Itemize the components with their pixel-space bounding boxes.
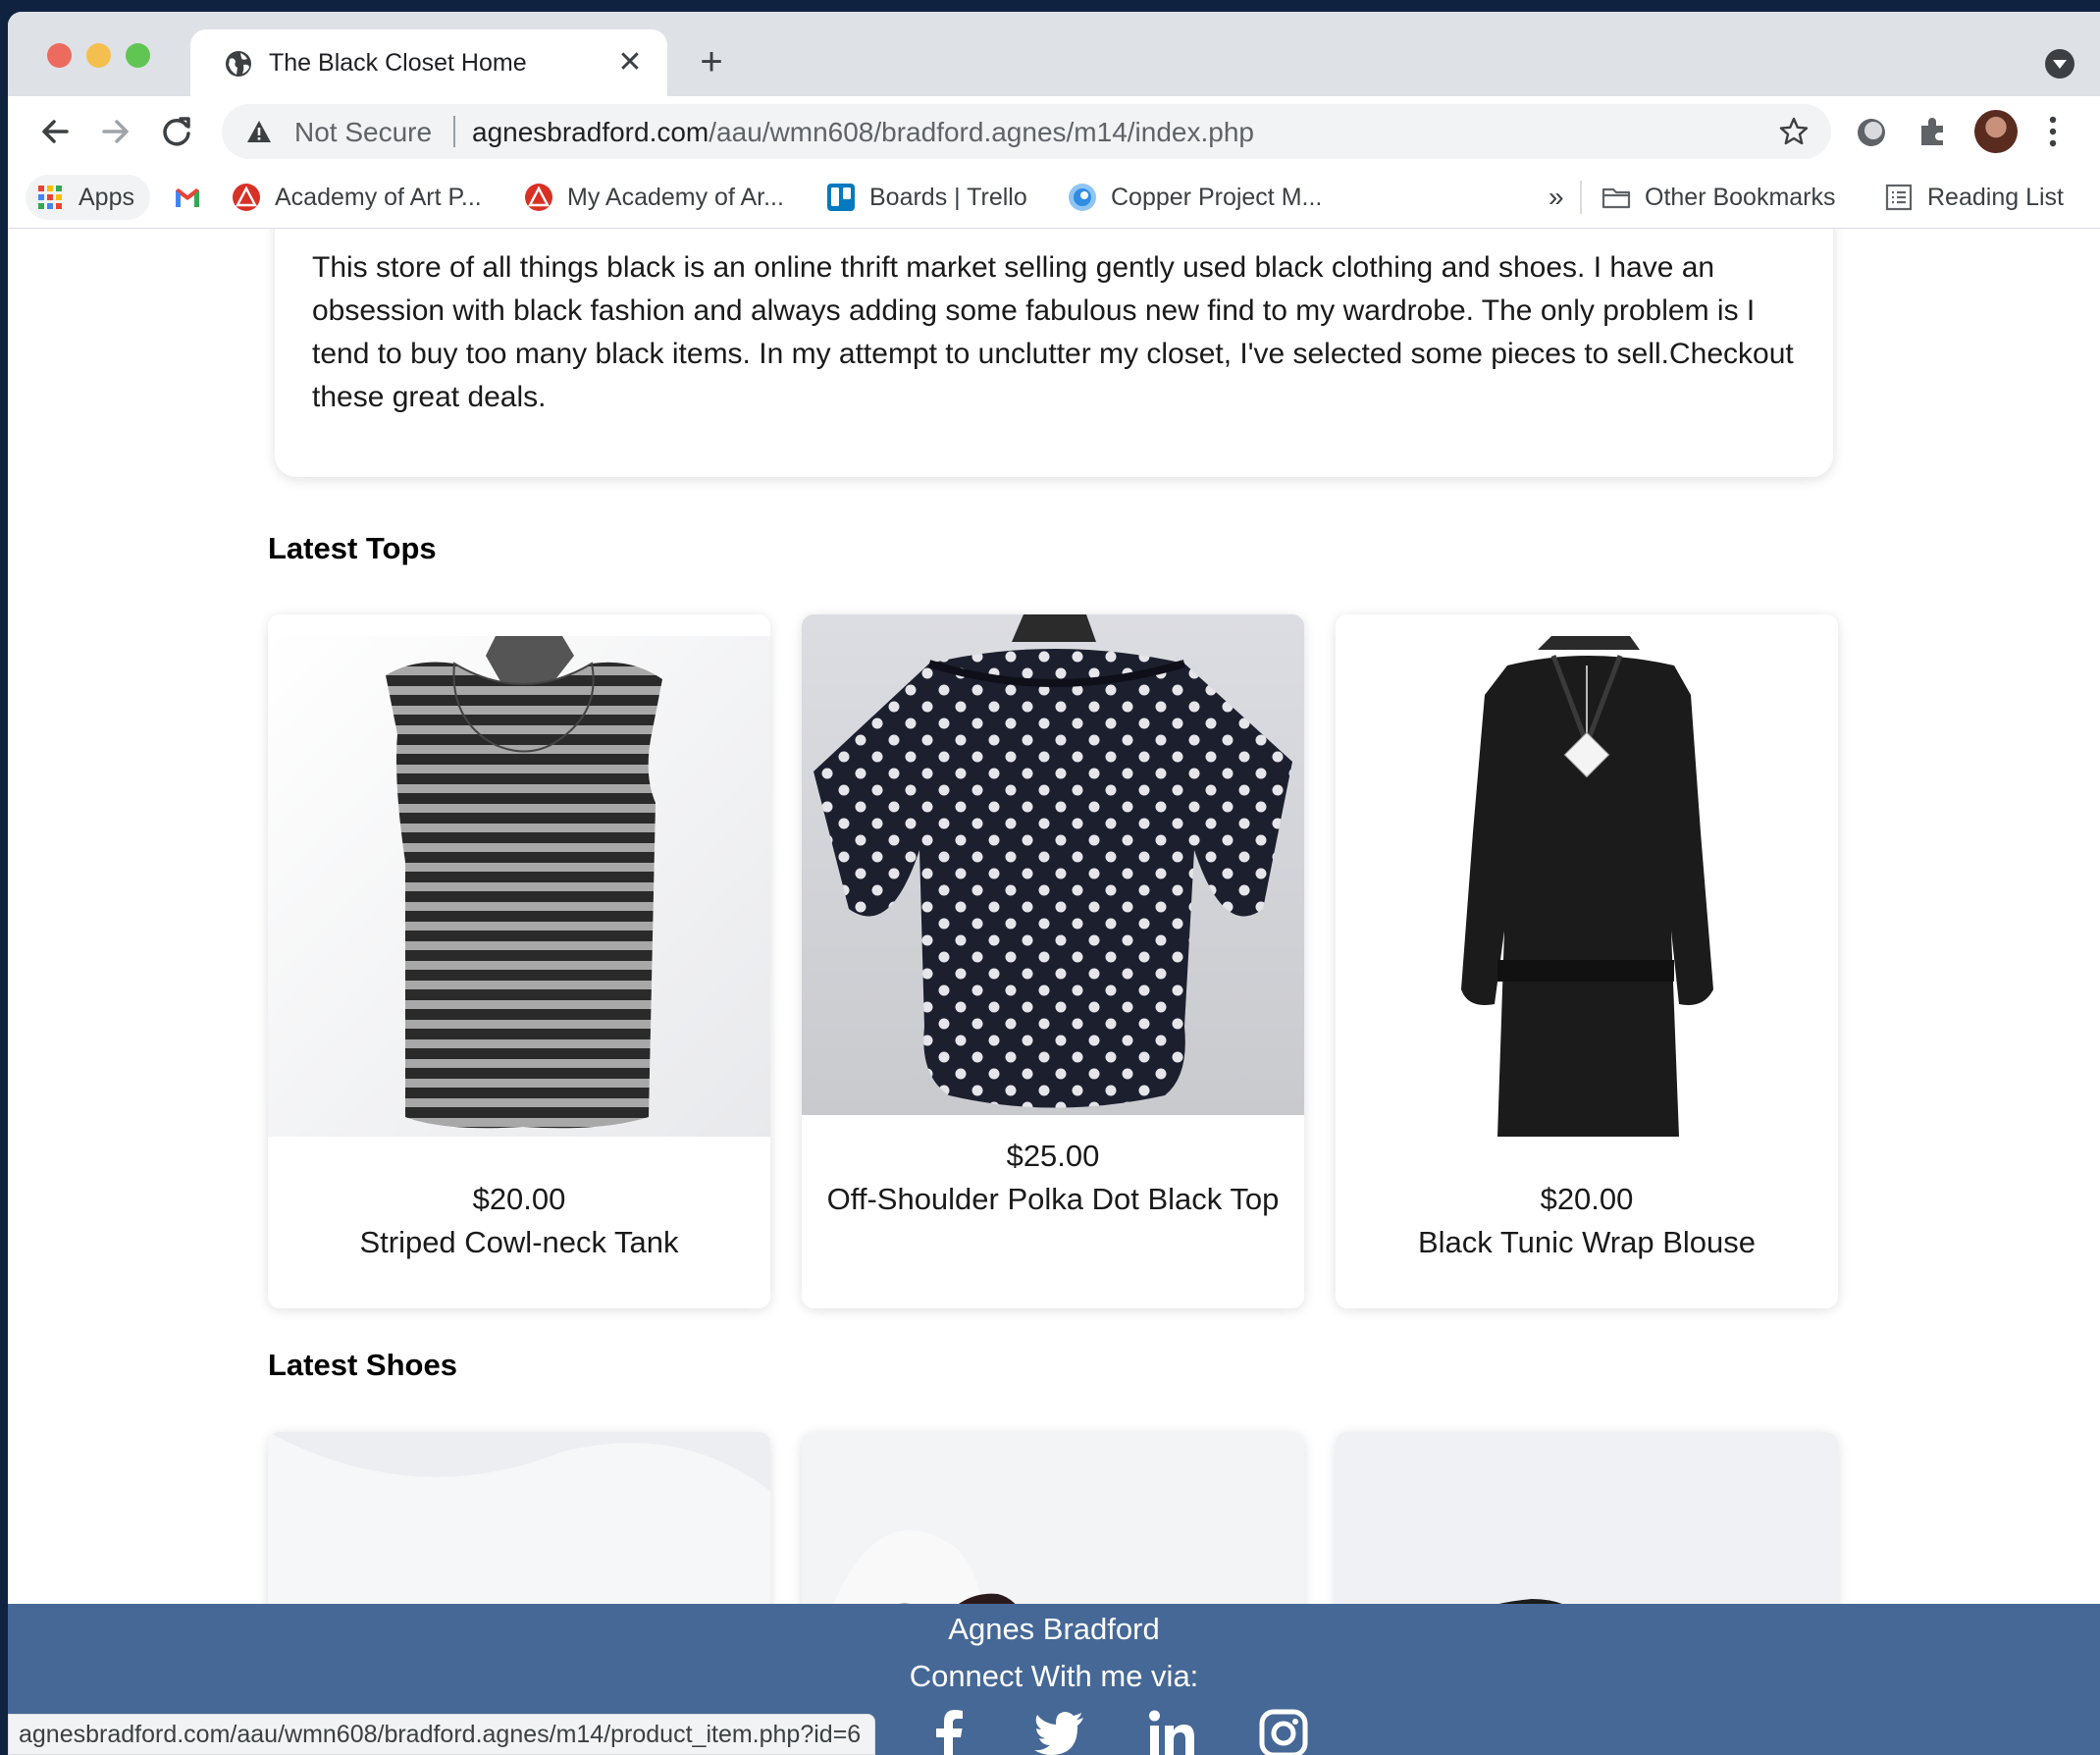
product-card-striped-tank[interactable]: $20.00 Striped Cowl-neck Tank [268,614,770,1308]
apps-grid-icon [38,186,62,209]
intro-text: This store of all things black is an onl… [312,251,1794,413]
close-window-button[interactable] [47,43,72,68]
reading-list-button[interactable]: Reading List [1884,175,2064,220]
latest-shoes-heading: Latest Shoes [268,1348,457,1382]
bookmark-label: My Academy of Ar... [567,183,784,211]
academy-icon [233,184,260,211]
warning-icon[interactable] [245,118,273,145]
product-card-polka-dot-top[interactable]: $25.00 Off-Shoulder Polka Dot Black Top [802,614,1304,1308]
back-arrow-icon[interactable] [29,106,80,157]
bookmark-label: Other Bookmarks [1645,183,1836,211]
bookmark-academy-of-art[interactable]: Academy of Art P... [232,175,482,220]
product-info: $25.00 Off-Shoulder Polka Dot Black Top [802,1135,1304,1221]
bookmark-copper[interactable]: Copper Project M... [1068,175,1322,220]
profile-avatar[interactable] [1974,110,2018,153]
bookmarks-bar: Apps Academy of Art P... My Academy of A… [8,167,2100,229]
bookmark-trello[interactable]: Boards | Trello [826,175,1027,220]
product-name[interactable]: Off-Shoulder Polka Dot Black Top [802,1178,1304,1221]
product-price: $20.00 [1540,1182,1634,1216]
folder-icon [1601,187,1631,209]
globe-icon [226,51,251,77]
product-info: $20.00 Striped Cowl-neck Tank [268,1178,770,1264]
tab-strip: The Black Closet Home ✕ + [8,12,2100,100]
address-bar[interactable]: Not Secure agnesbradford.com/aau/wmn608/… [222,104,1831,159]
bookmark-label: Boards | Trello [869,183,1027,211]
product-name[interactable]: Black Tunic Wrap Blouse [1336,1221,1838,1264]
extension-circle-icon[interactable] [1855,116,1888,149]
footer-name: Agnes Bradford [948,1612,1160,1646]
url-path: /aau/wmn608/bradford.agnes/m14/index.php [709,117,1254,147]
active-tab[interactable]: The Black Closet Home ✕ [190,29,667,100]
puzzle-icon[interactable] [1916,114,1951,149]
page-viewport[interactable]: This store of all things black is an onl… [8,229,2100,1755]
new-tab-button[interactable]: + [689,39,734,84]
more-vert-icon[interactable] [2045,114,2061,149]
browser-window: The Black Closet Home ✕ + Not Secure agn… [8,12,2100,1755]
bookmark-label: Copper Project M... [1111,183,1323,211]
url-text[interactable]: agnesbradford.com/aau/wmn608/bradford.ag… [472,117,1254,148]
bookmark-label: Reading List [1927,183,2064,211]
toolbar: Not Secure agnesbradford.com/aau/wmn608/… [8,96,2100,167]
product-image-polka-dot-top[interactable] [802,614,1304,1115]
bookmark-label: Academy of Art P... [275,183,482,211]
linkedin-icon[interactable] [1144,1706,1199,1755]
url-host: agnesbradford.com [472,117,709,147]
bookmark-gmail[interactable] [173,175,216,220]
product-image-tunic-blouse[interactable] [1336,636,1838,1137]
product-price: $20.00 [472,1182,566,1216]
product-image-striped-tank[interactable] [268,636,770,1137]
other-bookmarks-button[interactable]: Other Bookmarks [1601,175,1836,220]
minimize-window-button[interactable] [86,43,111,68]
footer-connect-text: Connect With me via: [909,1659,1199,1693]
gmail-icon [176,188,199,207]
bookmark-apps[interactable]: Apps [26,175,150,220]
product-info: $20.00 Black Tunic Wrap Blouse [1336,1178,1838,1264]
zoom-window-button[interactable] [126,43,150,68]
instagram-icon[interactable] [1256,1706,1311,1755]
product-price: $25.00 [1006,1139,1100,1173]
copper-icon [1069,184,1096,211]
bookmark-star-icon[interactable] [1778,116,1810,147]
tab-title: The Black Closet Home [269,49,527,77]
status-url-bubble: agnesbradford.com/aau/wmn608/bradford.ag… [8,1714,876,1755]
tab-search-button[interactable] [2045,49,2074,79]
product-card-tunic-blouse[interactable]: $20.00 Black Tunic Wrap Blouse [1336,614,1838,1308]
security-label[interactable]: Not Secure [294,117,432,148]
facebook-icon[interactable] [922,1706,977,1755]
intro-card: This store of all things black is an onl… [275,229,1833,477]
reading-list-icon [1885,184,1913,211]
latest-tops-heading: Latest Tops [268,531,437,565]
reload-icon[interactable] [151,106,202,157]
bookmarks-overflow-button[interactable]: » [1549,175,1564,220]
tab-close-icon[interactable]: ✕ [610,43,650,82]
omnibox-separator [453,116,455,147]
product-name[interactable]: Striped Cowl-neck Tank [268,1221,770,1264]
bookmarks-separator [1580,181,1582,214]
academy-icon [525,184,552,211]
bookmark-my-academy[interactable]: My Academy of Ar... [524,175,784,220]
forward-arrow-icon[interactable] [90,106,141,157]
bookmark-label: Apps [79,183,134,211]
twitter-icon[interactable] [1032,1706,1087,1755]
trello-icon [827,184,855,211]
